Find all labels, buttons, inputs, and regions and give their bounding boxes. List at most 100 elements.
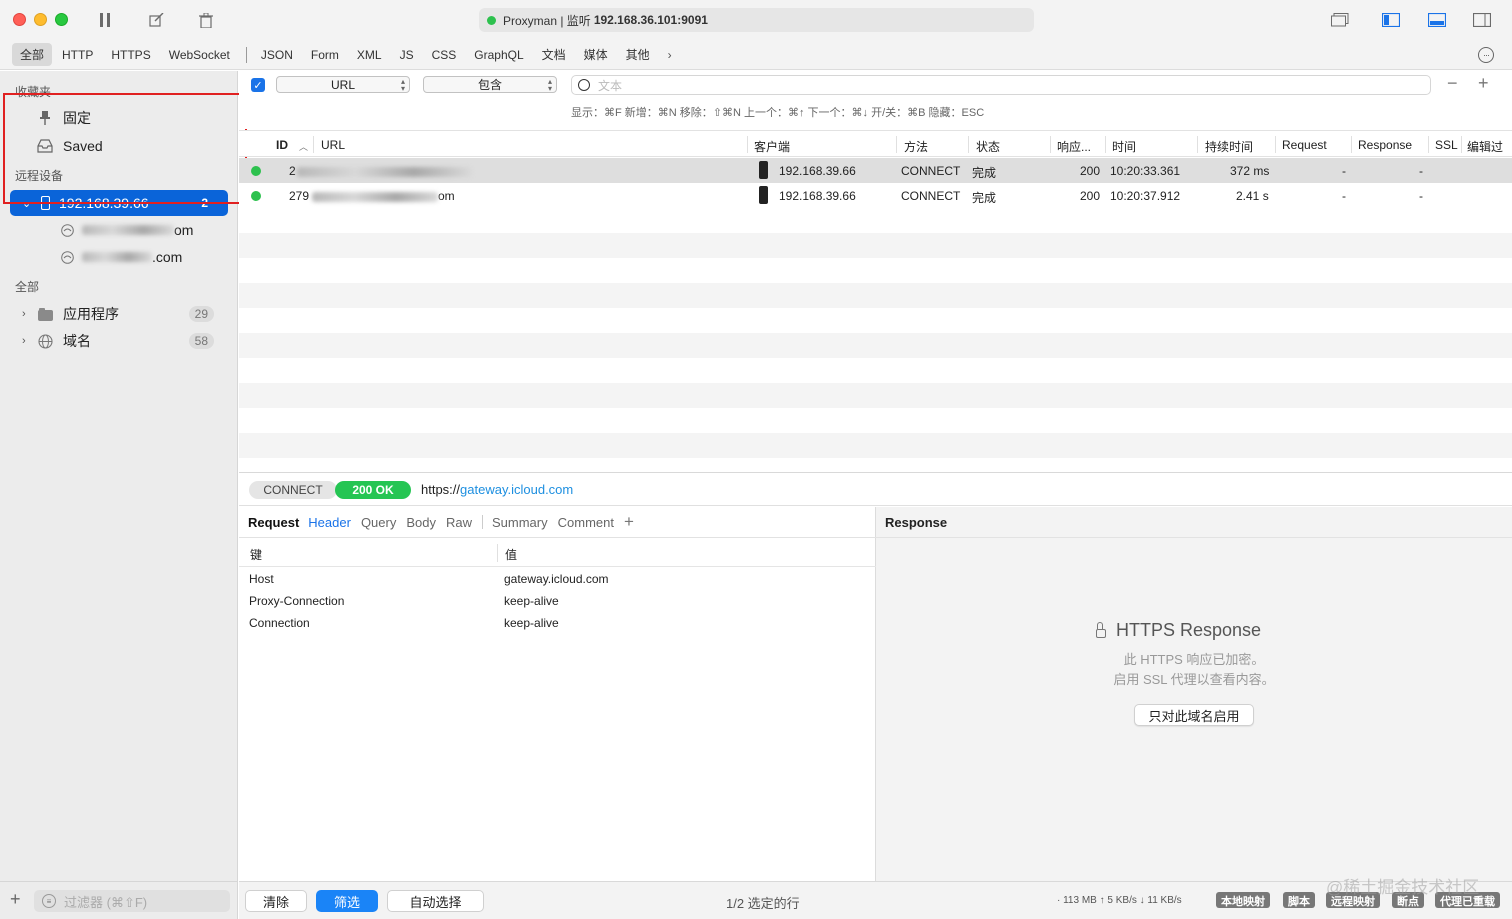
scripting-tag[interactable]: 脚本: [1283, 892, 1315, 908]
header-row[interactable]: Host gateway.icloud.com: [239, 568, 876, 590]
sidebar-item-domain[interactable]: om: [58, 217, 228, 243]
maximize-window-button[interactable]: [55, 13, 68, 26]
tab-other[interactable]: 其他: [618, 43, 658, 66]
column-divider: [1351, 136, 1352, 153]
sidebar-item-apps[interactable]: › 应用程序 29: [10, 301, 228, 327]
filter-text-input[interactable]: 文本: [571, 75, 1431, 95]
table-row[interactable]: 279 om 192.168.39.66 CONNECT 完成 200 10:2…: [239, 183, 1512, 208]
map-local-tag[interactable]: 本地映射: [1216, 892, 1270, 908]
header-key: Connection: [249, 616, 310, 630]
column-divider: [896, 136, 897, 153]
redacted-domain: [82, 225, 174, 235]
column-divider: [1461, 136, 1462, 153]
add-tab-icon[interactable]: +: [624, 512, 634, 532]
sidebar-item-label: 应用程序: [63, 306, 119, 322]
domain-icon: [58, 221, 76, 239]
row-duration: 372 ms: [1230, 164, 1270, 178]
header-key: Host: [249, 572, 274, 586]
column-ssl[interactable]: SSL: [1435, 138, 1458, 152]
row-time: 10:20:37.912: [1110, 189, 1181, 203]
header-row[interactable]: Proxy-Connection keep-alive: [239, 590, 876, 612]
method-badge: CONNECT: [249, 481, 337, 499]
column-client[interactable]: 客户端: [754, 138, 790, 155]
row-method: CONNECT: [901, 189, 961, 203]
tab-css[interactable]: CSS: [424, 45, 465, 65]
tab-https[interactable]: HTTPS: [103, 45, 158, 65]
add-filter-icon[interactable]: +: [1478, 73, 1489, 94]
header-row[interactable]: Connection keep-alive: [239, 612, 876, 634]
tab-media[interactable]: 媒体: [576, 43, 616, 66]
more-options-icon[interactable]: ···: [1478, 47, 1494, 63]
window-tabs-icon[interactable]: [1330, 10, 1350, 30]
clear-button[interactable]: 清除: [245, 890, 307, 912]
add-icon[interactable]: +: [10, 889, 21, 910]
trash-icon[interactable]: [196, 10, 216, 30]
tab-all[interactable]: 全部: [12, 43, 53, 66]
toggle-bottom-panel-icon[interactable]: [1427, 10, 1447, 30]
column-divider: [1197, 136, 1198, 153]
pause-icon[interactable]: [95, 10, 115, 30]
column-request[interactable]: Request: [1282, 138, 1327, 152]
enable-ssl-note: 启用 SSL 代理以查看内容。: [1113, 672, 1275, 687]
apps-count: 29: [188, 306, 214, 322]
enable-ssl-domain-button[interactable]: 只对此域名启用: [1134, 704, 1254, 726]
tab-raw[interactable]: Raw: [446, 515, 472, 530]
sidebar-filter-input[interactable]: ≡ 过滤器 (⌘⇧F): [34, 890, 230, 912]
tab-header[interactable]: Header: [308, 515, 351, 530]
filter-enabled-checkbox[interactable]: ✓: [251, 78, 265, 92]
toggle-sidebar-icon[interactable]: [1381, 10, 1401, 30]
request-panel-title: Request: [248, 514, 300, 530]
column-response-code[interactable]: 响应...: [1057, 138, 1091, 155]
tab-js[interactable]: JS: [392, 45, 422, 65]
selection-count: 1/2 选定的行: [726, 896, 800, 911]
column-duration[interactable]: 持续时间: [1205, 138, 1253, 155]
tab-http[interactable]: HTTP: [54, 45, 101, 65]
toggle-right-panel-icon[interactable]: [1472, 10, 1492, 30]
column-status[interactable]: 状态: [976, 138, 1000, 155]
search-icon: [578, 79, 590, 91]
sidebar-item-domains[interactable]: › 域名 58: [10, 328, 228, 354]
tab-document[interactable]: 文档: [534, 43, 574, 66]
column-method[interactable]: 方法: [904, 138, 928, 155]
remove-filter-icon[interactable]: −: [1447, 73, 1458, 94]
tab-websocket[interactable]: WebSocket: [161, 45, 238, 65]
tab-query[interactable]: Query: [361, 515, 396, 530]
column-edited[interactable]: 编辑过: [1467, 138, 1503, 155]
table-row[interactable]: 2 192.168.39.66 CONNECT 完成 200 10:20:33.…: [239, 158, 1512, 183]
chevron-right-icon[interactable]: ›: [22, 335, 26, 347]
tab-json[interactable]: JSON: [253, 45, 301, 65]
updown-icon: ▴ ▾: [400, 76, 405, 93]
chevron-right-icon[interactable]: ›: [22, 308, 26, 320]
column-divider: [747, 136, 748, 153]
filter-placeholder: 过滤器 (⌘⇧F): [64, 894, 148, 910]
full-url[interactable]: https://gateway.icloud.com: [421, 482, 573, 497]
close-window-button[interactable]: [13, 13, 26, 26]
tab-comment[interactable]: Comment: [558, 515, 614, 530]
header-table-head: 键 值: [239, 539, 876, 567]
sidebar-item-domain[interactable]: .com: [58, 244, 228, 270]
column-id[interactable]: ID: [276, 138, 288, 152]
filter-button[interactable]: 筛选: [316, 890, 378, 912]
tab-xml[interactable]: XML: [349, 45, 390, 65]
row-status: 完成: [972, 191, 997, 205]
tab-graphql[interactable]: GraphQL: [466, 45, 531, 65]
network-stats: · 113 MB ↑ 5 KB/s ↓ 11 KB/s: [1057, 895, 1182, 906]
auto-select-button[interactable]: 自动选择: [387, 890, 484, 912]
compose-icon[interactable]: [146, 10, 166, 30]
empty-row: [239, 458, 1512, 472]
filter-field-select[interactable]: URL ▴ ▾: [276, 76, 410, 93]
filter-operator-select[interactable]: 包含 ▴ ▾: [423, 76, 557, 93]
empty-row: [239, 208, 1512, 233]
status-dot-icon: [251, 191, 261, 201]
column-divider: [1275, 136, 1276, 153]
column-url[interactable]: URL: [321, 138, 345, 152]
tab-divider: [245, 46, 247, 63]
chevron-right-icon[interactable]: ›: [660, 45, 680, 65]
tab-body[interactable]: Body: [406, 515, 436, 530]
column-time[interactable]: 时间: [1112, 138, 1136, 155]
request-list: 2 192.168.39.66 CONNECT 完成 200 10:20:33.…: [239, 158, 1512, 472]
tab-summary[interactable]: Summary: [492, 515, 548, 530]
minimize-window-button[interactable]: [34, 13, 47, 26]
tab-form[interactable]: Form: [303, 45, 347, 65]
column-response[interactable]: Response: [1358, 138, 1412, 152]
